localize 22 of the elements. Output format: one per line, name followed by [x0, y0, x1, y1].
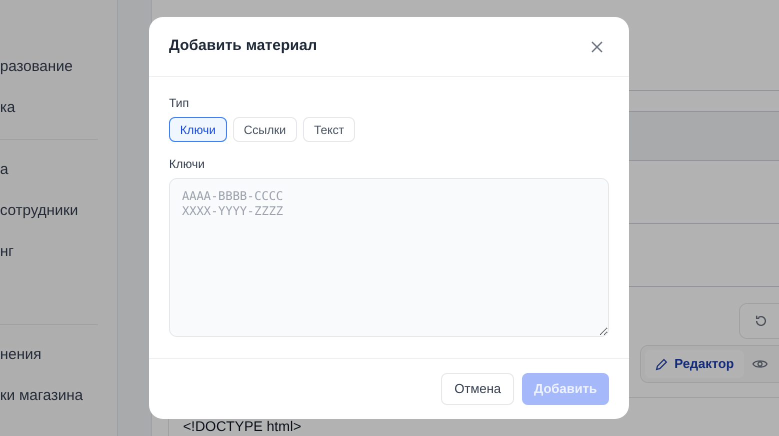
sidebar-item[interactable]: нения — [0, 344, 42, 367]
field-label: Ключи — [169, 158, 206, 170]
sidebar-item[interactable]: а — [0, 159, 8, 182]
sidebar-item[interactable]: сотрудники — [0, 200, 78, 223]
sidebar-item[interactable]: ки магазина — [0, 385, 83, 408]
refresh-button[interactable] — [739, 303, 779, 339]
dialog-title: Добавить материал — [169, 36, 318, 56]
refresh-icon — [754, 314, 768, 328]
sidebar-item[interactable]: ка — [0, 97, 16, 120]
editor-tab[interactable]: Редактор — [645, 350, 744, 378]
type-option[interactable]: Ссылки — [232, 117, 297, 142]
code-line: <!DOCTYPE html> — [183, 419, 302, 433]
type-option[interactable]: Текст — [302, 117, 356, 142]
pencil-icon — [655, 358, 668, 370]
type-label: Тип — [169, 97, 190, 109]
sidebar-item[interactable]: разование — [0, 56, 73, 79]
sidebar-item[interactable]: нг — [0, 241, 14, 264]
keys-input-field[interactable]: AAAA-BBBB-CCCC XXXX-YYYY-ZZZZ — [169, 178, 609, 337]
close-icon — [591, 40, 603, 52]
cancel-button[interactable]: Отмена — [441, 373, 514, 405]
eye-icon[interactable] — [752, 358, 768, 370]
type-option[interactable]: Ключи — [169, 117, 227, 142]
